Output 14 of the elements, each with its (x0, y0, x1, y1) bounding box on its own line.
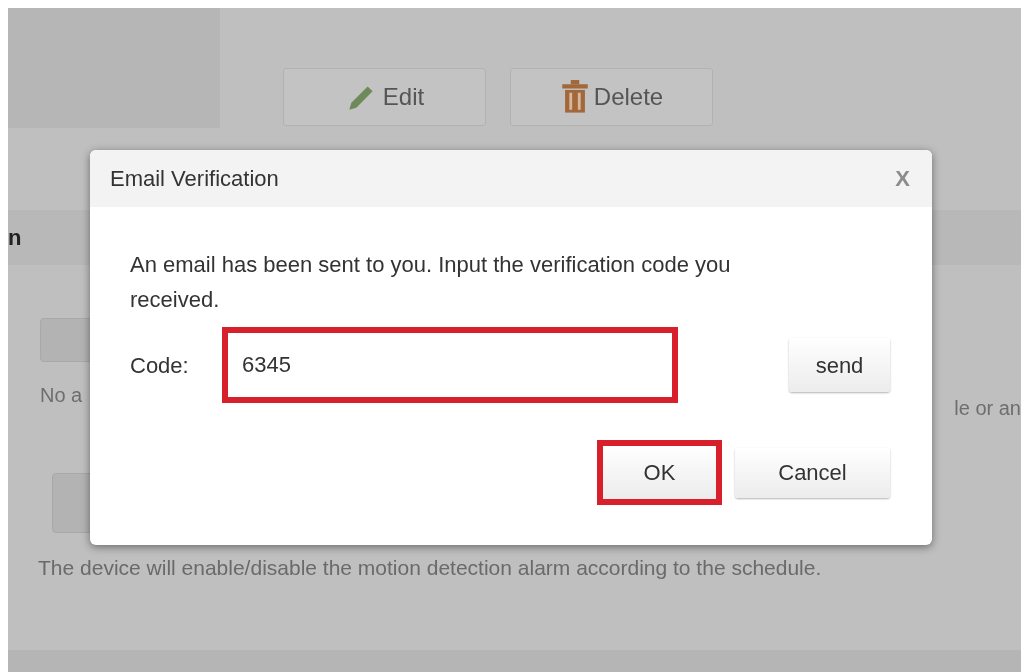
trash-icon (559, 80, 590, 114)
description-text: No a (40, 385, 84, 405)
dialog-title: Email Verification (110, 165, 279, 193)
code-field[interactable]: 6345 (222, 327, 678, 403)
code-label: Code: (130, 351, 190, 380)
cancel-button[interactable]: Cancel (735, 447, 890, 498)
delete-button[interactable]: Delete (510, 68, 713, 126)
send-button[interactable]: send (789, 338, 890, 392)
schedule-note: The device will enable/disable the motion detection alarm according to the schedule. (38, 557, 823, 578)
dialog-message: An email has been sent to you. Input the verification code you received. (130, 251, 732, 314)
section-heading: n (8, 226, 22, 249)
ok-button[interactable]: OK (597, 440, 722, 505)
edit-button[interactable]: Edit (283, 68, 486, 126)
description-text: le or an (954, 398, 1021, 418)
